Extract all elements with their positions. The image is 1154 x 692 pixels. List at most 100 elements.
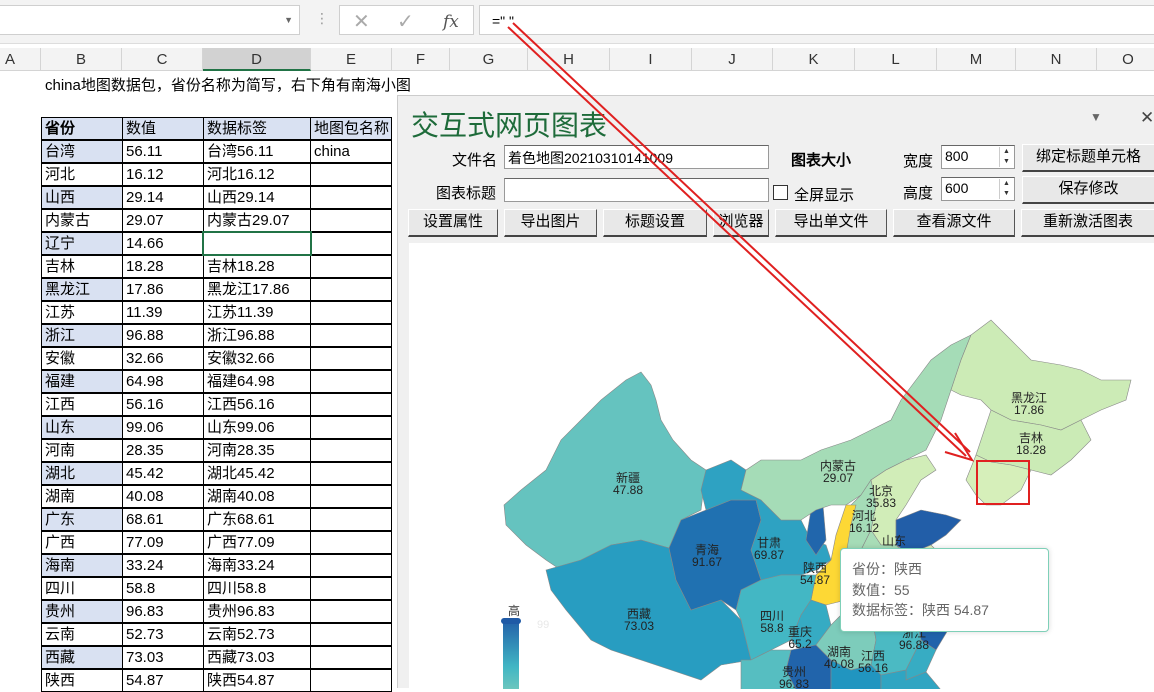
column-header-H[interactable]: H — [528, 48, 610, 71]
province-cell[interactable]: 山西 — [41, 186, 123, 209]
toolbar-button[interactable]: 导出单文件 — [775, 209, 887, 237]
label-cell[interactable]: 福建64.98 — [203, 370, 311, 393]
province-cell[interactable]: 广西 — [41, 531, 123, 554]
label-cell[interactable]: 江苏11.39 — [203, 301, 311, 324]
label-cell[interactable]: 广东68.61 — [203, 508, 311, 531]
value-cell[interactable]: 77.09 — [122, 531, 204, 554]
province-cell[interactable]: 浙江 — [41, 324, 123, 347]
column-header-O[interactable]: O — [1097, 48, 1154, 71]
header-cell[interactable]: 数值 — [122, 117, 204, 140]
value-cell[interactable]: 73.03 — [122, 646, 204, 669]
label-cell[interactable]: 黑龙江17.86 — [203, 278, 311, 301]
map-package-cell[interactable]: china — [310, 140, 392, 163]
label-cell[interactable]: 四川58.8 — [203, 577, 311, 600]
column-header-A[interactable]: A — [0, 48, 41, 71]
map-package-cell[interactable] — [310, 255, 392, 278]
close-icon[interactable]: ✕ — [1140, 108, 1154, 128]
map-package-cell[interactable] — [310, 278, 392, 301]
province-cell[interactable]: 山东 — [41, 416, 123, 439]
province-cell[interactable]: 西藏 — [41, 646, 123, 669]
value-cell[interactable]: 96.83 — [122, 600, 204, 623]
header-cell[interactable]: 地图包名称 — [310, 117, 392, 140]
map-package-cell[interactable] — [310, 485, 392, 508]
column-header-N[interactable]: N — [1016, 48, 1097, 71]
label-cell[interactable]: 浙江96.88 — [203, 324, 311, 347]
column-header-I[interactable]: I — [610, 48, 692, 71]
map-package-cell[interactable] — [310, 232, 392, 255]
formula-input[interactable]: =" " — [479, 5, 1154, 35]
label-cell[interactable]: 广西77.09 — [203, 531, 311, 554]
province-cell[interactable]: 陕西 — [41, 669, 123, 692]
insert-function-icon[interactable]: fx — [443, 12, 459, 32]
active-cell[interactable] — [202, 231, 312, 256]
value-cell[interactable]: 68.61 — [122, 508, 204, 531]
header-cell[interactable]: 数据标签 — [203, 117, 311, 140]
height-input[interactable]: 600 ▲ ▼ — [941, 177, 1015, 201]
map-package-cell[interactable] — [310, 646, 392, 669]
map-package-cell[interactable] — [310, 508, 392, 531]
column-header-D[interactable]: D — [203, 48, 311, 71]
province-cell[interactable]: 黑龙江 — [41, 278, 123, 301]
bind-title-cell-button[interactable]: 绑定标题单元格 — [1022, 144, 1154, 172]
label-cell[interactable]: 河北16.12 — [203, 163, 311, 186]
value-cell[interactable]: 45.42 — [122, 462, 204, 485]
province-cell[interactable]: 台湾 — [41, 140, 123, 163]
value-cell[interactable]: 33.24 — [122, 554, 204, 577]
column-header-K[interactable]: K — [773, 48, 855, 71]
map-package-cell[interactable] — [310, 669, 392, 692]
value-cell[interactable]: 14.66 — [122, 232, 204, 255]
value-cell[interactable]: 32.66 — [122, 347, 204, 370]
value-cell[interactable]: 54.87 — [122, 669, 204, 692]
column-header-M[interactable]: M — [937, 48, 1016, 71]
province-cell[interactable]: 云南 — [41, 623, 123, 646]
province-cell[interactable]: 江西 — [41, 393, 123, 416]
label-cell[interactable]: 海南33.24 — [203, 554, 311, 577]
value-cell[interactable]: 58.8 — [122, 577, 204, 600]
width-input[interactable]: 800 ▲ ▼ — [941, 145, 1015, 169]
map-package-cell[interactable] — [310, 186, 392, 209]
column-header-F[interactable]: F — [392, 48, 450, 71]
filename-input[interactable]: 着色地图20210310141009 — [504, 145, 769, 169]
map-package-cell[interactable] — [310, 370, 392, 393]
label-cell[interactable]: 湖南40.08 — [203, 485, 311, 508]
value-cell[interactable]: 18.28 — [122, 255, 204, 278]
province-cell[interactable]: 辽宁 — [41, 232, 123, 255]
province-cell[interactable]: 湖北 — [41, 462, 123, 485]
province-cell[interactable]: 吉林 — [41, 255, 123, 278]
visualmap-handle[interactable] — [501, 618, 521, 624]
province-cell[interactable]: 广东 — [41, 508, 123, 531]
value-cell[interactable]: 40.08 — [122, 485, 204, 508]
toolbar-button[interactable]: 导出图片 — [504, 209, 597, 237]
label-cell[interactable]: 云南52.73 — [203, 623, 311, 646]
toolbar-button[interactable]: 查看源文件 — [893, 209, 1015, 237]
map-package-cell[interactable] — [310, 439, 392, 462]
column-header-C[interactable]: C — [122, 48, 203, 71]
header-cell[interactable]: 省份 — [41, 117, 123, 140]
province-cell[interactable]: 海南 — [41, 554, 123, 577]
map-package-cell[interactable] — [310, 393, 392, 416]
province-cell[interactable]: 内蒙古 — [41, 209, 123, 232]
value-cell[interactable]: 29.07 — [122, 209, 204, 232]
save-changes-button[interactable]: 保存修改 — [1022, 176, 1154, 204]
label-cell[interactable]: 贵州96.83 — [203, 600, 311, 623]
name-box[interactable]: ▼ — [0, 5, 300, 35]
map-package-cell[interactable] — [310, 347, 392, 370]
column-header-E[interactable]: E — [311, 48, 392, 71]
label-cell[interactable]: 吉林18.28 — [203, 255, 311, 278]
label-cell[interactable]: 湖北45.42 — [203, 462, 311, 485]
map-package-cell[interactable] — [310, 163, 392, 186]
fullscreen-checkbox[interactable] — [773, 185, 788, 200]
map-package-cell[interactable] — [310, 416, 392, 439]
chevron-down-icon[interactable]: ▼ — [284, 15, 293, 25]
height-spinner[interactable]: ▲ ▼ — [999, 179, 1013, 199]
map-chart[interactable]: 新疆 47.88 西藏 73.03 青海 91.67 甘肃 69.87 内蒙古 29.07 黑龙江 1… — [409, 243, 1154, 689]
province-cell[interactable]: 河北 — [41, 163, 123, 186]
column-header-J[interactable]: J — [692, 48, 773, 71]
label-cell[interactable]: 陕西54.87 — [203, 669, 311, 692]
map-package-cell[interactable] — [310, 600, 392, 623]
note-cell[interactable]: china地图数据包，省份名称为简写，右下角有南海小图 — [45, 74, 411, 95]
value-cell[interactable]: 64.98 — [122, 370, 204, 393]
label-cell[interactable]: 安徽32.66 — [203, 347, 311, 370]
map-package-cell[interactable] — [310, 531, 392, 554]
province-cell[interactable]: 湖南 — [41, 485, 123, 508]
